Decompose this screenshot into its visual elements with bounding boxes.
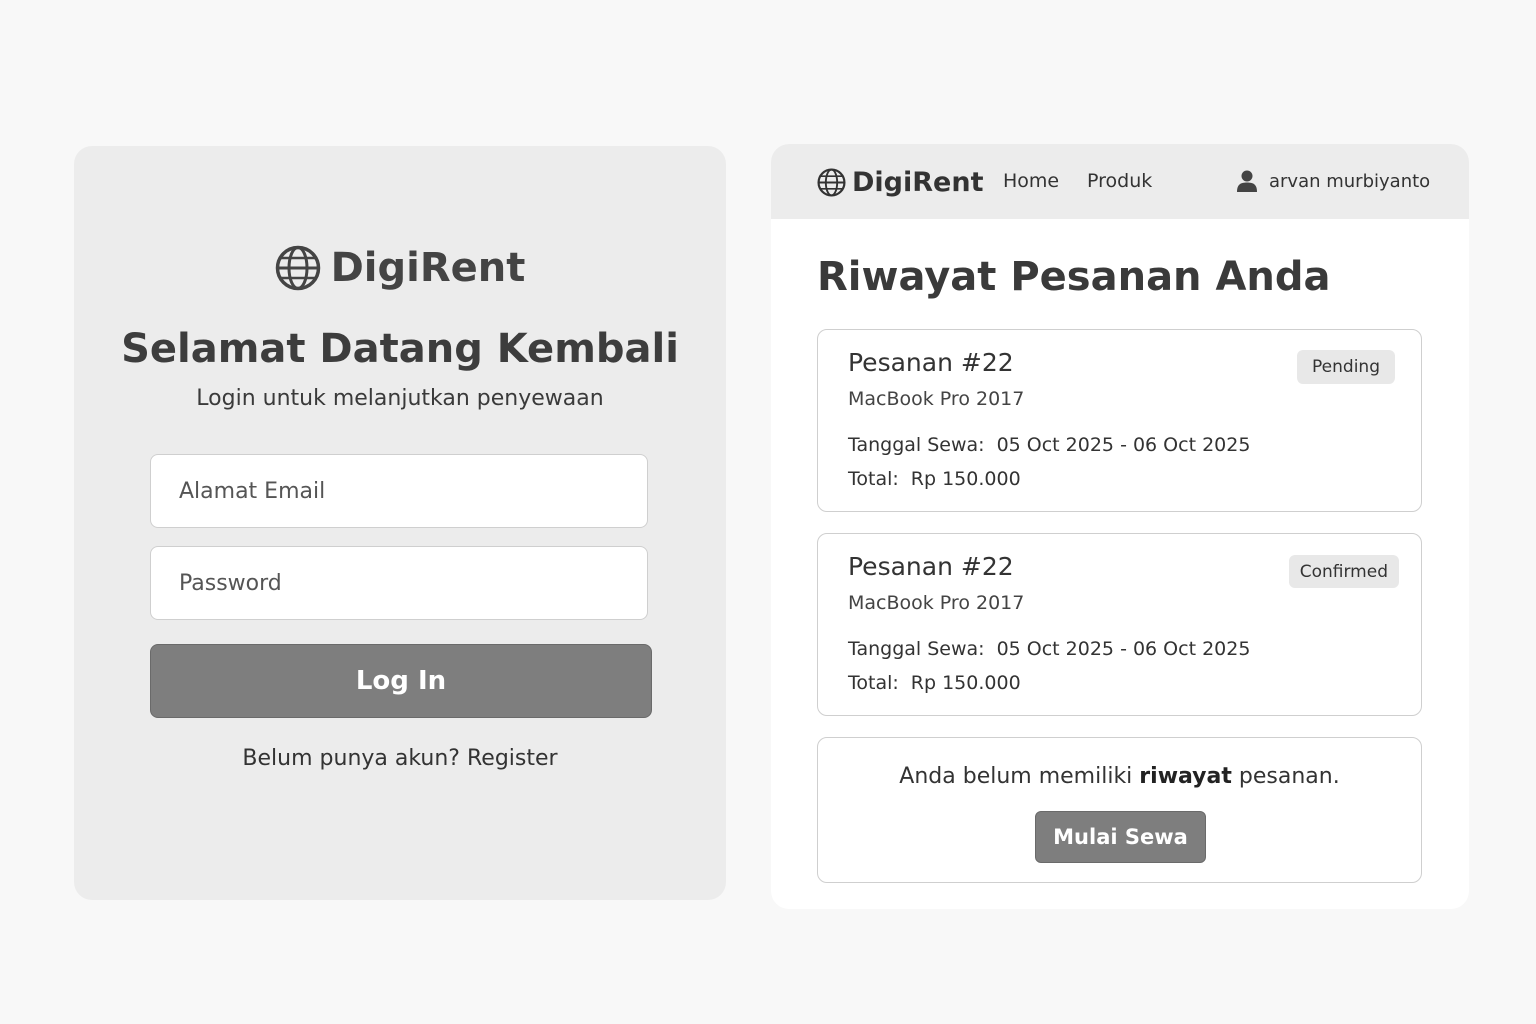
brand-name: DigiRent	[330, 245, 526, 291]
globe-icon	[275, 245, 320, 291]
register-prompt: Belum punya akun?	[242, 746, 460, 771]
login-subtitle: Login untuk melanjutkan penyewaan	[196, 386, 604, 411]
order-product: MacBook Pro 2017	[848, 592, 1025, 614]
login-logo: DigiRent	[74, 242, 726, 294]
login-card: DigiRent Selamat Datang Kembali Login un…	[74, 146, 726, 900]
empty-text-before: Anda belum memiliki	[899, 764, 1133, 789]
login-title: Selamat Datang Kembali	[121, 326, 679, 372]
orders-card: DigiRent Home Produk arvan murbiyanto Ri…	[771, 144, 1469, 909]
globe-icon	[817, 167, 846, 197]
nav-link-home[interactable]: Home	[1003, 170, 1059, 192]
empty-state-text: Anda belum memiliki riwayat pesanan.	[818, 764, 1421, 789]
navbar: DigiRent Home Produk arvan murbiyanto	[771, 144, 1469, 219]
empty-text-bold: riwayat	[1139, 764, 1232, 789]
order-title: Pesanan #22	[848, 552, 1014, 581]
total-label: Total:	[848, 672, 899, 694]
date-label: Tanggal Sewa:	[848, 638, 985, 660]
user-name: arvan murbiyanto	[1269, 170, 1431, 192]
empty-state: Anda belum memiliki riwayat pesanan. Mul…	[817, 737, 1422, 883]
password-field[interactable]	[150, 546, 648, 620]
order-card: Pesanan #22 Confirmed MacBook Pro 2017 T…	[817, 533, 1422, 716]
status-badge: Pending	[1297, 350, 1395, 384]
order-card: Pesanan #22 Pending MacBook Pro 2017 Tan…	[817, 329, 1422, 512]
user-icon	[1237, 170, 1257, 192]
order-dates: Tanggal Sewa: 05 Oct 2025 - 06 Oct 2025	[848, 638, 1250, 660]
status-badge: Confirmed	[1288, 555, 1399, 588]
nav-link-produk[interactable]: Produk	[1087, 170, 1152, 192]
total-value: Rp 150.000	[910, 468, 1021, 490]
page-title: Riwayat Pesanan Anda	[817, 254, 1331, 300]
order-total: Total: Rp 150.000	[848, 672, 1021, 694]
email-field[interactable]	[150, 454, 648, 528]
nav-brand[interactable]: DigiRent	[817, 162, 983, 202]
order-total: Total: Rp 150.000	[848, 468, 1021, 490]
start-rent-button[interactable]: Mulai Sewa	[1035, 811, 1206, 863]
register-line: Belum punya akun? Register	[74, 746, 726, 771]
order-dates: Tanggal Sewa: 05 Oct 2025 - 06 Oct 2025	[848, 434, 1250, 456]
total-value: Rp 150.000	[910, 672, 1021, 694]
register-link[interactable]: Register	[467, 746, 558, 771]
nav-user-menu[interactable]: arvan murbiyanto	[1237, 170, 1430, 192]
order-product: MacBook Pro 2017	[848, 388, 1025, 410]
order-title: Pesanan #22	[848, 348, 1014, 377]
nav-brand-name: DigiRent	[852, 166, 984, 198]
empty-text-after: pesanan.	[1238, 764, 1340, 789]
total-label: Total:	[848, 468, 899, 490]
date-label: Tanggal Sewa:	[848, 434, 985, 456]
date-value: 05 Oct 2025 - 06 Oct 2025	[996, 638, 1251, 660]
login-button[interactable]: Log In	[150, 644, 652, 718]
date-value: 05 Oct 2025 - 06 Oct 2025	[996, 434, 1251, 456]
